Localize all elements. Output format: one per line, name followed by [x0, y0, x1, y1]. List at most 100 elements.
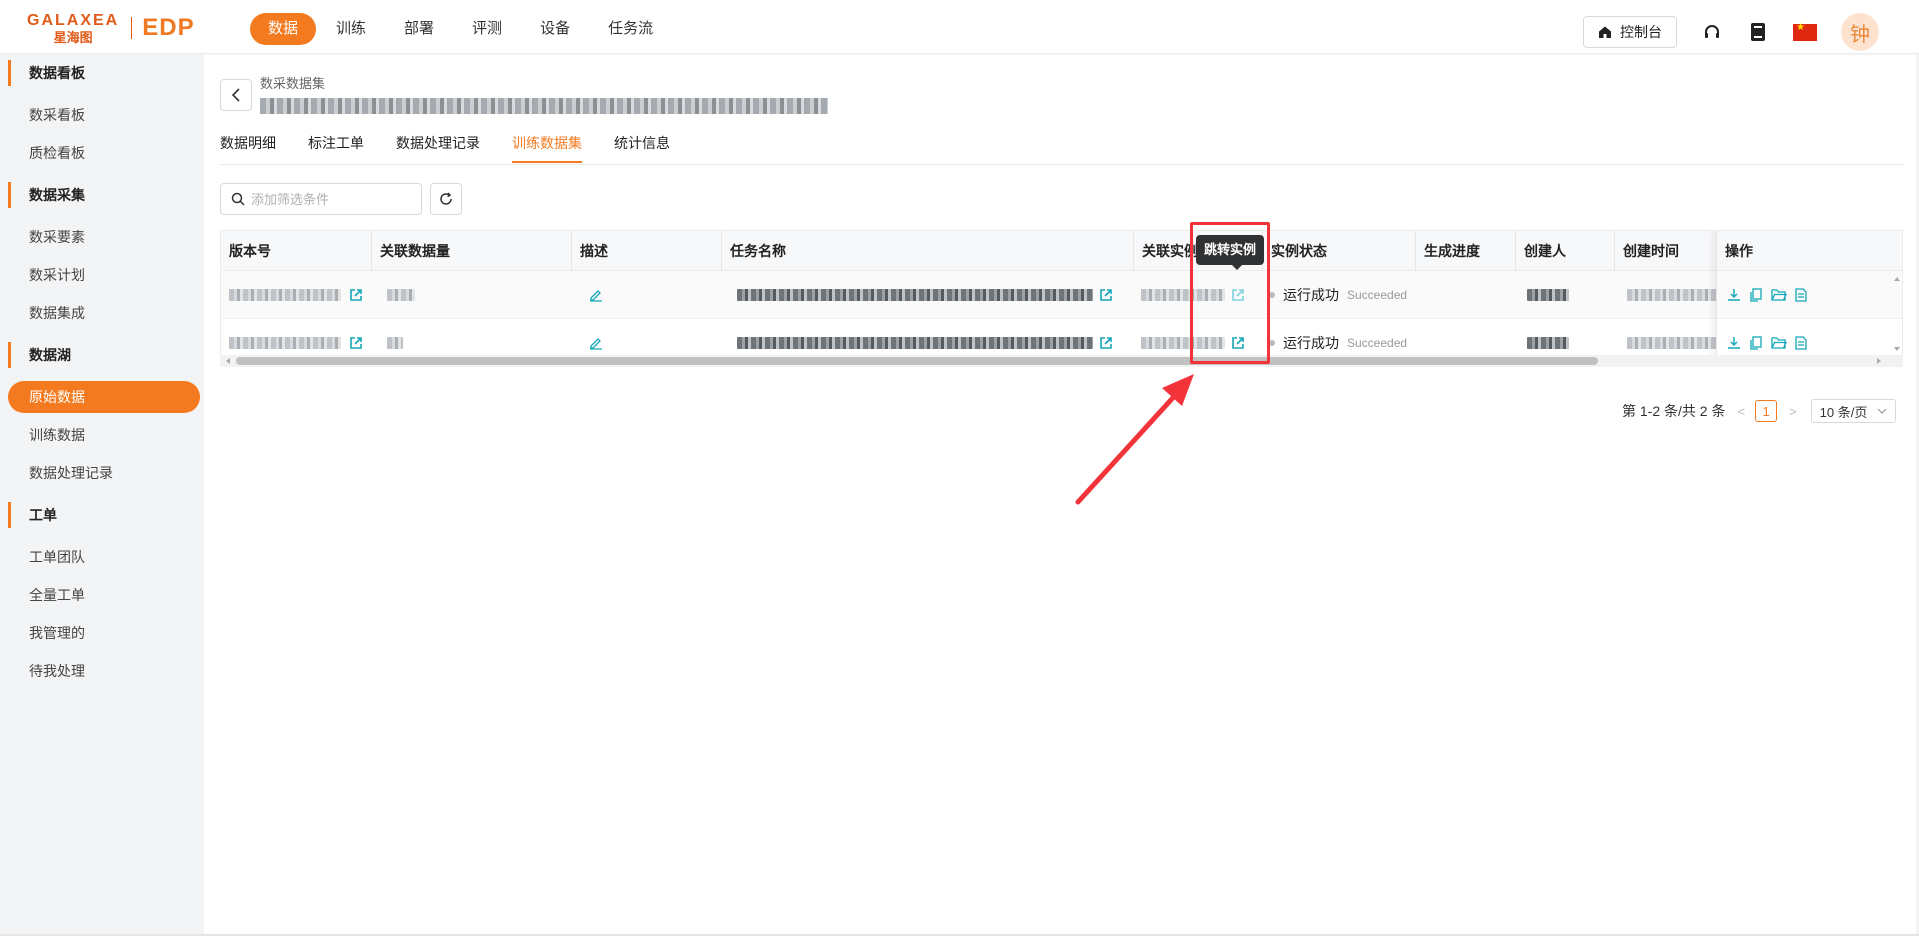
col-task-name: 任务名称 — [721, 231, 786, 271]
table-header: 版本号 关联数据量 描述 任务名称 关联实例 实例状态 生成进度 创建人 创建时… — [221, 231, 1902, 271]
sidebar-group-datalake[interactable]: 数据湖 — [8, 339, 200, 371]
training-dataset-table: 版本号 关联数据量 描述 任务名称 关联实例 实例状态 生成进度 创建人 创建时… — [220, 230, 1903, 358]
brand-logo[interactable]: GALAXEA 星海图 EDP — [27, 12, 195, 44]
sidebar-item-plan[interactable]: 数采计划 — [8, 259, 200, 291]
operations-row — [1717, 271, 1902, 319]
external-link-icon[interactable] — [349, 288, 363, 302]
sidebar-item-elements[interactable]: 数采要素 — [8, 221, 200, 253]
horizontal-scrollbar[interactable] — [220, 355, 1903, 367]
tab-training-dataset[interactable]: 训练数据集 — [512, 133, 582, 163]
col-creator: 创建人 — [1515, 231, 1566, 271]
topnav-evaluate[interactable]: 评测 — [454, 13, 520, 45]
sidebar-item-integration[interactable]: 数据集成 — [8, 297, 200, 329]
sidebar-group-collection[interactable]: 数据采集 — [8, 179, 200, 211]
download-icon[interactable] — [1727, 336, 1741, 350]
console-button[interactable]: 控制台 — [1583, 16, 1677, 48]
tab-data-detail[interactable]: 数据明细 — [220, 133, 276, 163]
refresh-icon — [440, 192, 452, 205]
sidebar-item-managed[interactable]: 我管理的 — [8, 617, 200, 649]
avatar[interactable]: 钟 — [1841, 13, 1879, 51]
col-progress: 生成进度 — [1415, 231, 1480, 271]
sidebar-item-processing-records[interactable]: 数据处理记录 — [8, 457, 200, 489]
sidebar-item-all-wo[interactable]: 全量工单 — [8, 579, 200, 611]
sidebar-item-pending[interactable]: 待我处理 — [8, 655, 200, 687]
redacted-count — [387, 289, 415, 301]
topnav-data[interactable]: 数据 — [250, 13, 317, 45]
col-instance-status: 实例状态 — [1262, 231, 1327, 271]
chevron-left-icon — [231, 88, 240, 102]
status-text: 运行成功 — [1283, 287, 1339, 303]
external-link-icon[interactable] — [1099, 336, 1113, 350]
chevron-down-icon — [1877, 408, 1887, 414]
refresh-button[interactable] — [430, 183, 462, 215]
copy-icon[interactable] — [1749, 287, 1763, 302]
folder-open-icon[interactable] — [1771, 336, 1787, 350]
tab-statistics[interactable]: 统计信息 — [614, 133, 670, 163]
folder-open-icon[interactable] — [1771, 288, 1787, 302]
dataset-title-redacted — [260, 98, 828, 114]
top-nav: 数据 训练 部署 评测 设备 任务流 — [250, 13, 673, 45]
next-page-icon[interactable]: > — [1789, 404, 1797, 419]
sidebar-item-wo-team[interactable]: 工单团队 — [8, 541, 200, 573]
console-label: 控制台 — [1620, 24, 1662, 40]
page-size-select[interactable]: 10 条/页 — [1810, 399, 1897, 423]
sidebar: 数据看板 数采看板 质检看板 数据采集 数采要素 数采计划 数据集成 数据湖 原… — [0, 55, 204, 936]
download-icon[interactable] — [1727, 288, 1741, 302]
scroll-right-arrow-icon[interactable] — [1875, 357, 1883, 365]
table-row[interactable]: 运行成功 Succeeded — [221, 319, 1902, 357]
horizontal-scrollbar-thumb[interactable] — [236, 357, 1598, 365]
filter-input[interactable] — [251, 191, 411, 207]
sidebar-item-training-data[interactable]: 训练数据 — [8, 419, 200, 451]
external-link-icon[interactable] — [349, 336, 363, 350]
headset-icon[interactable] — [1701, 21, 1723, 43]
topnav-deploy[interactable]: 部署 — [386, 13, 452, 45]
table-row[interactable]: 运行成功 Succeeded — [221, 271, 1902, 319]
linked-count-cell — [387, 271, 415, 319]
prev-page-icon[interactable]: < — [1737, 404, 1745, 419]
col-version: 版本号 — [229, 243, 271, 259]
task-name-cell — [737, 319, 1113, 357]
edit-icon[interactable] — [589, 288, 603, 302]
external-link-icon[interactable] — [1099, 288, 1113, 302]
sidebar-item-qc-dashboard[interactable]: 质检看板 — [8, 137, 200, 169]
sidebar-item-collect-dashboard[interactable]: 数采看板 — [8, 99, 200, 131]
document-icon[interactable] — [1795, 335, 1807, 350]
vertical-scrollbar[interactable] — [1891, 271, 1902, 357]
search-icon — [231, 192, 245, 206]
sidebar-group-workorder[interactable]: 工单 — [8, 499, 200, 531]
topnav-workflow[interactable]: 任务流 — [590, 13, 671, 45]
galaxea-logo: GALAXEA 星海图 — [27, 12, 119, 45]
operations-column: 操作 — [1716, 231, 1902, 357]
redacted-task-name — [737, 337, 1093, 349]
status-sub-text: Succeeded — [1347, 336, 1408, 350]
china-flag-icon[interactable] — [1793, 22, 1817, 41]
copy-icon[interactable] — [1749, 335, 1763, 350]
scroll-left-arrow-icon[interactable] — [224, 357, 232, 365]
version-cell — [229, 271, 363, 319]
tabs-divider — [220, 164, 1903, 165]
task-name-cell — [737, 271, 1113, 319]
status-cell: 运行成功 Succeeded — [1269, 271, 1407, 319]
document-icon[interactable] — [1795, 287, 1807, 302]
col-linked-count: 关联数据量 — [371, 231, 450, 271]
edit-icon[interactable] — [589, 336, 603, 350]
home-icon — [1599, 26, 1611, 38]
annotation-arrow-icon — [1075, 374, 1194, 505]
sidebar-item-raw-data[interactable]: 原始数据 — [8, 381, 200, 413]
page-number-current[interactable]: 1 — [1755, 400, 1778, 422]
filter-box[interactable] — [220, 183, 422, 215]
redacted-creator — [1527, 289, 1569, 301]
book-icon[interactable] — [1747, 21, 1769, 43]
back-button[interactable] — [220, 79, 252, 111]
sidebar-group-dashboard[interactable]: 数据看板 — [8, 57, 200, 89]
logo-cn-text: 星海图 — [53, 29, 93, 45]
status-sub-text: Succeeded — [1347, 288, 1408, 302]
product-name: EDP — [142, 14, 195, 41]
linked-count-cell — [387, 319, 403, 357]
topnav-devices[interactable]: 设备 — [522, 13, 588, 45]
tab-processing-records[interactable]: 数据处理记录 — [396, 133, 480, 163]
topnav-train[interactable]: 训练 — [318, 13, 384, 45]
breadcrumb-parent[interactable]: 数采数据集 — [260, 73, 325, 92]
tab-label-workorder[interactable]: 标注工单 — [308, 133, 364, 163]
redacted-creator — [1527, 337, 1569, 349]
